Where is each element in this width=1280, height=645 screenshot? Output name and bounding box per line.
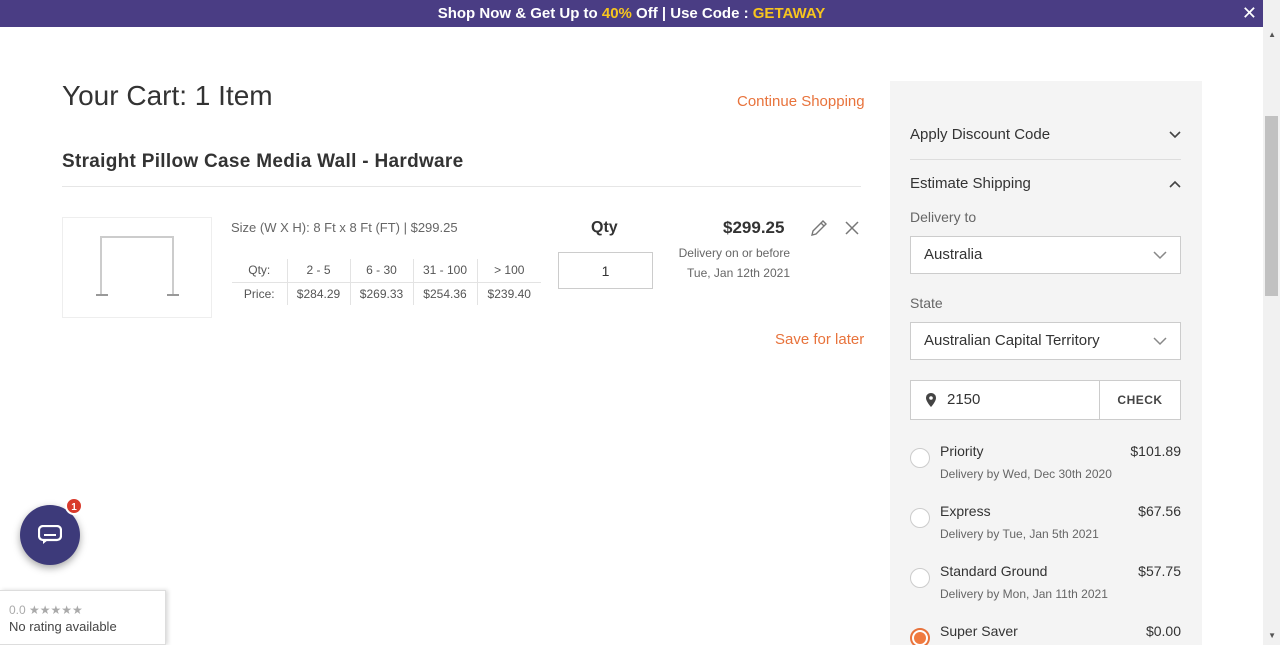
- shipping-option-name: Priority: [940, 443, 984, 459]
- shipping-option-cost: $0.00: [1145, 623, 1181, 639]
- frame-foot-left: [96, 294, 108, 296]
- continue-shopping-link[interactable]: Continue Shopping: [737, 93, 865, 110]
- shipping-option-super-saver[interactable]: Super Saver $0.00: [910, 623, 1181, 645]
- shipping-option-name: Standard Ground: [940, 563, 1048, 579]
- scrollbar-thumb[interactable]: [1265, 116, 1278, 296]
- chevron-down-icon[interactable]: [1168, 128, 1182, 142]
- order-summary-panel: Apply Discount Code Estimate Shipping De…: [890, 81, 1202, 645]
- tier-price: $269.33: [349, 282, 413, 305]
- shipping-option-priority[interactable]: Priority Delivery by Wed, Dec 30th 2020 …: [910, 443, 1181, 493]
- radio-button[interactable]: [910, 568, 930, 588]
- tier-price: $239.40: [476, 282, 541, 305]
- save-for-later-link[interactable]: Save for later: [775, 331, 864, 348]
- country-select[interactable]: Australia: [910, 236, 1181, 274]
- promo-code: GETAWAY: [752, 5, 826, 22]
- product-group-title: Straight Pillow Case Media Wall - Hardwa…: [62, 151, 464, 172]
- shipping-option-cost: $101.89: [1130, 443, 1181, 459]
- tier-range: > 100: [476, 259, 541, 283]
- shipping-option-date: Delivery by Tue, Jan 5th 2021: [940, 527, 1099, 541]
- qty-label: Qty: [591, 219, 618, 236]
- chat-bubble-icon: [38, 525, 62, 544]
- check-button[interactable]: CHECK: [1099, 380, 1181, 420]
- delivery-line-1: Delivery on or before: [678, 246, 790, 260]
- chevron-down-icon: [1153, 337, 1167, 346]
- quantity-input[interactable]: [558, 252, 653, 289]
- tier-pricing-table: Qty: 2 - 5 6 - 30 31 - 100 > 100 Price: …: [232, 259, 541, 305]
- cart-title: Your Cart: 1 Item: [62, 80, 273, 111]
- tier-range: 31 - 100: [412, 259, 477, 283]
- radio-button[interactable]: [910, 508, 930, 528]
- shipping-option-express[interactable]: Express Delivery by Tue, Jan 5th 2021 $6…: [910, 503, 1181, 553]
- shipping-option-name: Super Saver: [940, 623, 1018, 639]
- shipping-option-cost: $57.75: [1138, 563, 1181, 579]
- rating-score: 0.0 ★★★★★: [9, 603, 83, 617]
- state-value: Australian Capital Territory: [924, 332, 1100, 349]
- chevron-down-icon: [1153, 251, 1167, 260]
- tier-price-row: Price: $284.29 $269.33 $254.36 $239.40: [232, 282, 541, 305]
- promo-middle: Off | Use Code :: [631, 5, 753, 22]
- radio-button[interactable]: [910, 448, 930, 468]
- estimate-shipping-toggle[interactable]: Estimate Shipping: [910, 175, 1031, 192]
- shipping-option-date: Delivery by Mon, Jan 11th 2021: [940, 587, 1108, 601]
- scroll-up-arrow[interactable]: ▲: [1268, 30, 1276, 39]
- scrollbar[interactable]: ▲ ▼: [1263, 0, 1280, 645]
- chat-notification-badge: 1: [65, 497, 83, 515]
- media-wall-frame: [100, 236, 174, 294]
- divider: [910, 159, 1181, 160]
- rating-widget[interactable]: 0.0 ★★★★★ No rating available: [0, 590, 166, 645]
- shipping-option-date: Delivery by Wed, Dec 30th 2020: [940, 467, 1112, 481]
- tier-qty-row: Qty: 2 - 5 6 - 30 31 - 100 > 100: [232, 259, 541, 283]
- pencil-icon[interactable]: [809, 218, 829, 238]
- tier-price: $254.36: [412, 282, 477, 305]
- zip-field[interactable]: [910, 380, 1099, 420]
- close-icon[interactable]: [843, 219, 861, 237]
- delivery-line-2: Tue, Jan 12th 2021: [687, 266, 790, 280]
- shipping-option-cost: $67.56: [1138, 503, 1181, 519]
- item-price: $299.25: [723, 218, 785, 237]
- delivery-to-label: Delivery to: [910, 209, 977, 225]
- divider: [62, 186, 861, 187]
- frame-foot-right: [167, 294, 179, 296]
- rating-text: No rating available: [9, 619, 117, 634]
- tier-qty-label: Qty:: [232, 259, 287, 283]
- product-image[interactable]: [62, 217, 212, 318]
- radio-button-selected[interactable]: [910, 628, 930, 645]
- tier-range: 2 - 5: [286, 259, 350, 283]
- state-label: State: [910, 295, 943, 311]
- scroll-down-arrow[interactable]: ▼: [1268, 631, 1276, 640]
- close-icon[interactable]: ✕: [1242, 0, 1257, 27]
- map-pin-icon: [926, 393, 936, 407]
- shipping-option-standard-ground[interactable]: Standard Ground Delivery by Mon, Jan 11t…: [910, 563, 1181, 613]
- state-select[interactable]: Australian Capital Territory: [910, 322, 1181, 360]
- promo-discount: 40%: [601, 5, 632, 22]
- promo-prefix: Shop Now & Get Up to: [437, 5, 602, 22]
- tier-price-label: Price:: [243, 286, 275, 301]
- size-info: Size (W X H): 8 Ft x 8 Ft (FT) | $299.25: [231, 220, 458, 235]
- apply-discount-toggle[interactable]: Apply Discount Code: [910, 126, 1050, 143]
- zip-input[interactable]: [947, 391, 1087, 408]
- chevron-up-icon[interactable]: [1168, 177, 1182, 191]
- country-value: Australia: [924, 246, 983, 263]
- tier-range: 6 - 30: [349, 259, 413, 283]
- tier-price: $284.29: [286, 282, 350, 305]
- shipping-option-name: Express: [940, 503, 991, 519]
- promo-banner: Shop Now & Get Up to 40% Off | Use Code …: [0, 0, 1263, 27]
- delivery-estimate: Delivery on or before Tue, Jan 12th 2021: [660, 243, 790, 283]
